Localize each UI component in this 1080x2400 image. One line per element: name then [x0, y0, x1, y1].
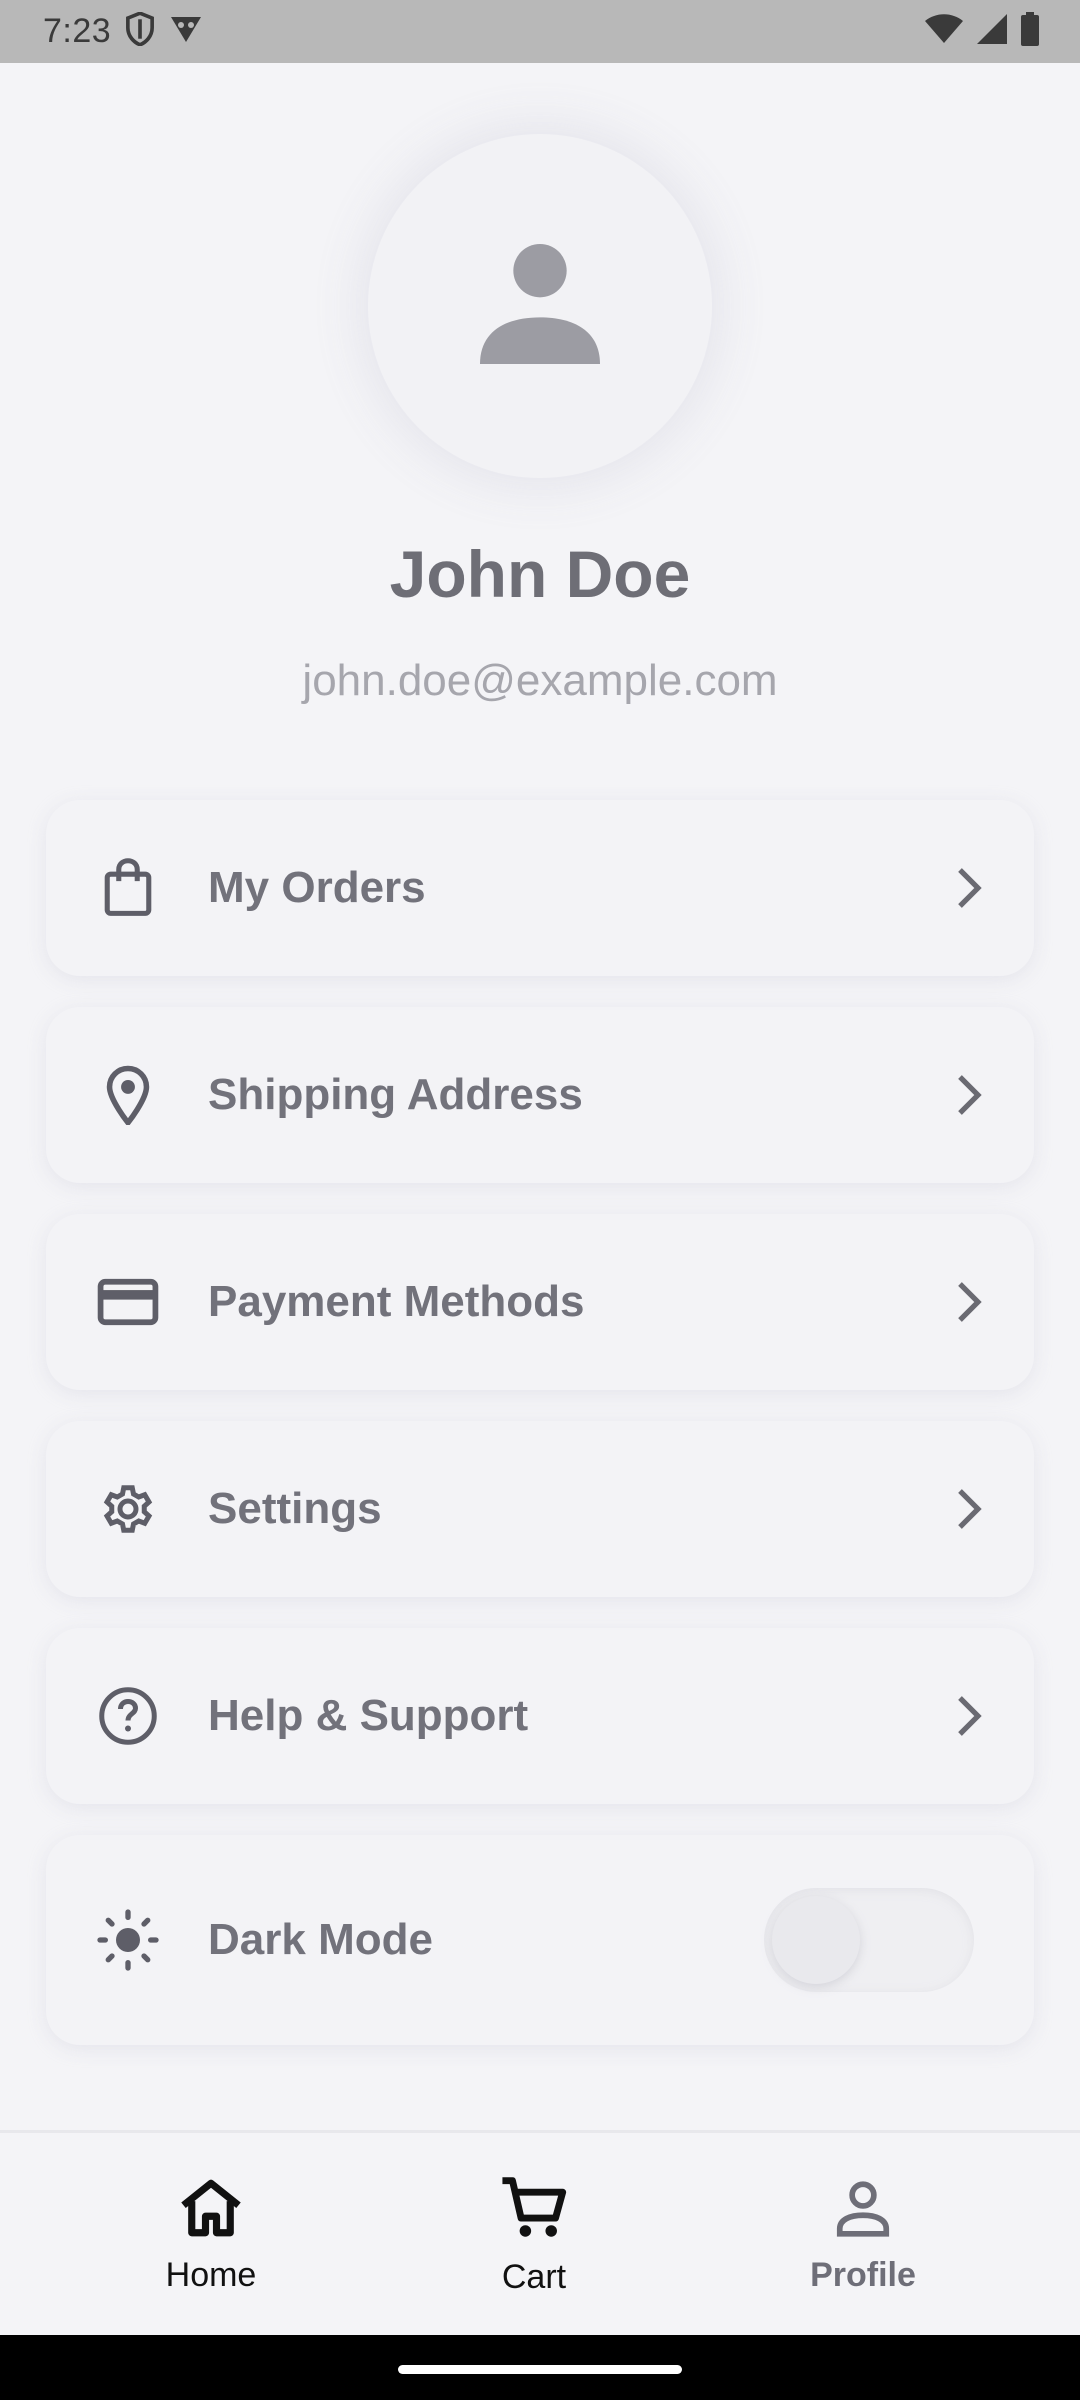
- user-name: John Doe: [389, 537, 691, 611]
- shopping-bag-icon: [96, 856, 160, 920]
- nav-cart-label: Cart: [501, 2257, 567, 2296]
- menu-item-dark-mode: Dark Mode: [46, 1835, 1034, 2045]
- help-circle-icon: [96, 1684, 160, 1748]
- menu-item-help-support[interactable]: Help & Support: [46, 1628, 1034, 1804]
- nav-home[interactable]: Home: [81, 2133, 341, 2338]
- menu-item-label: Help & Support: [208, 1691, 529, 1740]
- signal-icon: [976, 13, 1008, 50]
- dark-mode-toggle[interactable]: [764, 1888, 974, 1992]
- home-gesture-handle[interactable]: [398, 2365, 682, 2374]
- battery-icon: [1020, 12, 1040, 51]
- gear-icon: [96, 1477, 160, 1541]
- nav-profile-label: Profile: [810, 2255, 916, 2294]
- status-bar: 7:23: [0, 0, 1080, 63]
- nav-profile[interactable]: Profile: [733, 2133, 993, 2338]
- menu-item-my-orders[interactable]: My Orders: [46, 800, 1034, 976]
- menu-item-shipping-address[interactable]: Shipping Address: [46, 1007, 1034, 1183]
- dark-mode-label: Dark Mode: [208, 1915, 433, 1964]
- credit-card-icon: [96, 1270, 160, 1334]
- bottom-navigation: Home Cart Profile: [0, 2130, 1080, 2335]
- system-navigation-bar: [0, 2335, 1080, 2400]
- user-email: john.doe@example.com: [302, 656, 778, 705]
- chevron-right-icon: [946, 1071, 994, 1119]
- menu-item-label: Shipping Address: [208, 1070, 583, 1119]
- wifi-icon: [924, 13, 964, 50]
- toggle-knob: [772, 1896, 860, 1984]
- status-time: 7:23: [43, 12, 112, 50]
- nav-cart[interactable]: Cart: [404, 2133, 664, 2338]
- chevron-right-icon: [946, 864, 994, 912]
- shield-icon: [125, 11, 155, 51]
- chevron-right-icon: [946, 1485, 994, 1533]
- vpn-icon: [169, 14, 203, 49]
- home-icon: [178, 2177, 244, 2244]
- chevron-right-icon: [946, 1278, 994, 1326]
- menu-item-payment-methods[interactable]: Payment Methods: [46, 1214, 1034, 1390]
- avatar[interactable]: [368, 134, 712, 478]
- location-pin-icon: [96, 1063, 160, 1127]
- profile-icon: [832, 2177, 894, 2244]
- menu-item-settings[interactable]: Settings: [46, 1421, 1034, 1597]
- sun-icon: [96, 1908, 160, 1972]
- chevron-right-icon: [946, 1692, 994, 1740]
- menu-item-label: My Orders: [208, 863, 426, 912]
- nav-home-label: Home: [165, 2255, 257, 2294]
- menu-item-label: Payment Methods: [208, 1277, 585, 1326]
- person-icon: [460, 224, 620, 389]
- cart-icon: [499, 2175, 569, 2246]
- menu-item-label: Settings: [208, 1484, 382, 1533]
